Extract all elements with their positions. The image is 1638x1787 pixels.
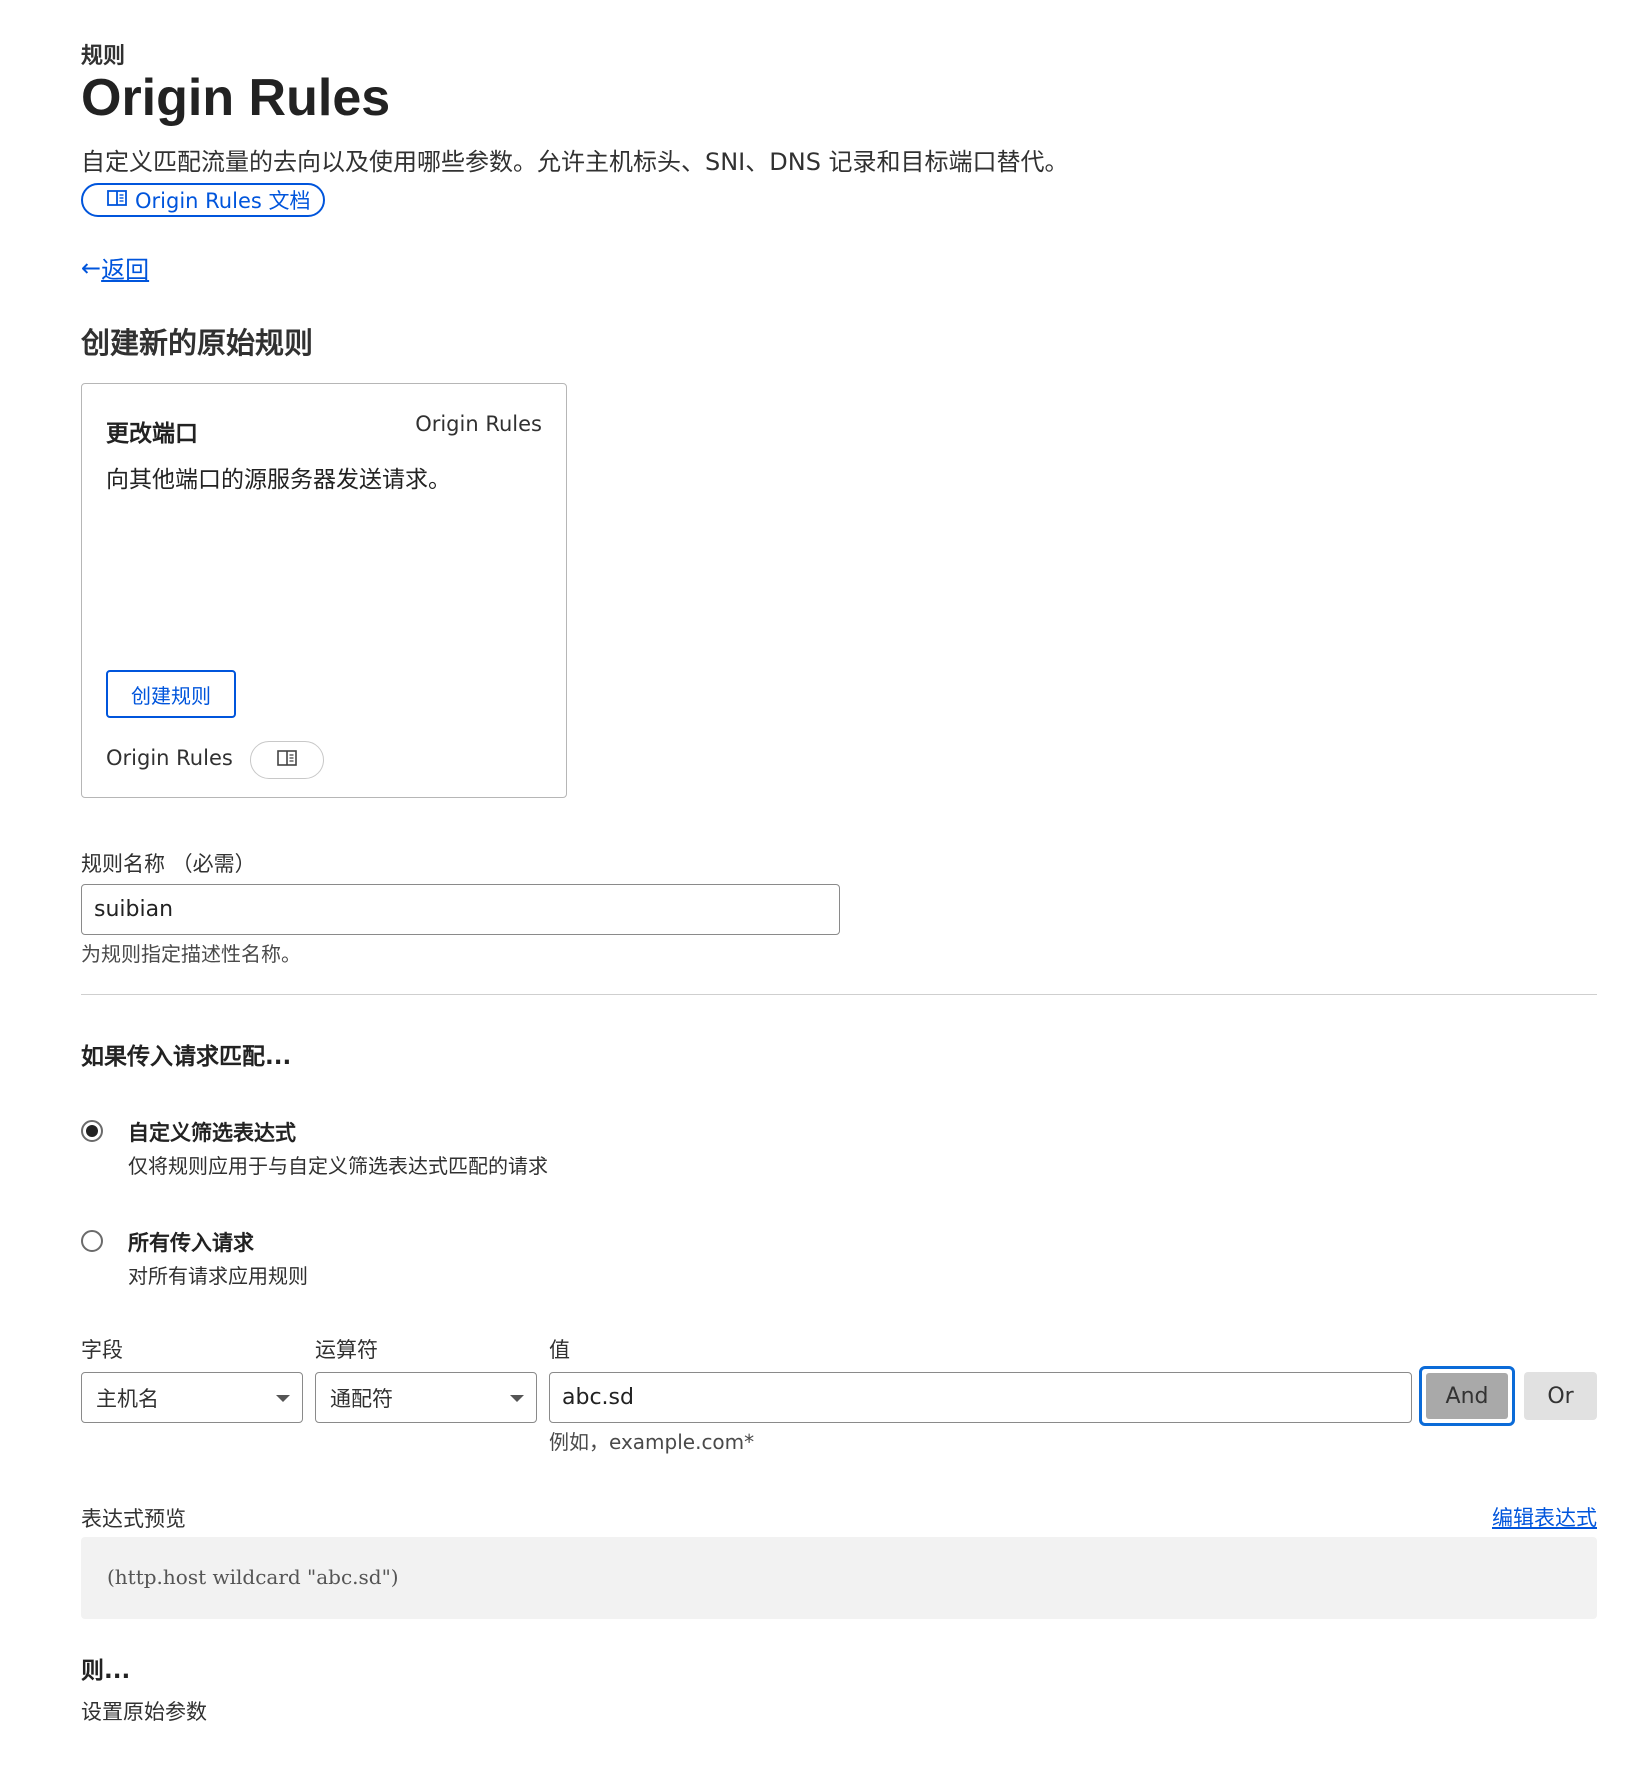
- rule-name-help: 为规则指定描述性名称。: [81, 942, 301, 966]
- expression-preview-code: (http.host wildcard "abc.sd"): [107, 1565, 399, 1589]
- then-heading: 则...: [81, 1658, 131, 1684]
- value-help: 例如，example.com*: [549, 1430, 755, 1454]
- operator-select-value: 通配符: [330, 1386, 393, 1411]
- template-card-title: 更改端口: [106, 421, 198, 447]
- back-link[interactable]: ← 返回: [81, 250, 149, 285]
- value-input-value: abc.sd: [562, 1385, 634, 1410]
- chevron-down-icon: [510, 1395, 524, 1402]
- radio-custom-expression-title: 自定义筛选表达式: [128, 1121, 296, 1145]
- match-heading: 如果传入请求匹配...: [81, 1044, 292, 1070]
- operator-label: 运算符: [315, 1338, 378, 1362]
- radio-all-requests[interactable]: [81, 1230, 103, 1252]
- expression-preview-box: (http.host wildcard "abc.sd"): [81, 1537, 1597, 1619]
- value-label: 值: [549, 1338, 570, 1362]
- arrow-left-icon: ←: [81, 253, 102, 282]
- and-button[interactable]: And: [1419, 1366, 1515, 1426]
- origin-rules-docs-link[interactable]: Origin Rules 文档: [81, 183, 325, 217]
- edit-expression-link[interactable]: 编辑表达式: [1492, 1502, 1597, 1532]
- page-description: 自定义匹配流量的去向以及使用哪些参数。允许主机标头、SNI、DNS 记录和目标端…: [81, 148, 1069, 176]
- breadcrumb: 规则: [81, 44, 126, 69]
- radio-all-requests-title: 所有传入请求: [128, 1231, 254, 1255]
- rule-name-label: 规则名称 （必需）: [81, 852, 256, 876]
- template-card-product: Origin Rules: [415, 412, 542, 436]
- template-card: 更改端口 Origin Rules 向其他端口的源服务器发送请求。 创建规则 O…: [81, 383, 567, 798]
- field-select[interactable]: 主机名: [81, 1372, 303, 1423]
- rule-name-input[interactable]: suibian: [81, 884, 840, 935]
- section-title: 创建新的原始规则: [81, 326, 314, 360]
- template-card-footer-label: Origin Rules: [106, 746, 233, 770]
- page-title: Origin Rules: [81, 69, 391, 127]
- then-subtext: 设置原始参数: [81, 1700, 207, 1724]
- rule-name-value: suibian: [94, 897, 174, 922]
- template-card-description: 向其他端口的源服务器发送请求。: [106, 467, 451, 493]
- create-rule-button[interactable]: 创建规则: [106, 670, 236, 718]
- book-icon: [277, 749, 297, 771]
- expression-preview-label: 表达式预览: [81, 1507, 186, 1531]
- field-select-value: 主机名: [96, 1386, 159, 1411]
- book-icon: [107, 188, 135, 212]
- value-input[interactable]: abc.sd: [549, 1372, 1412, 1423]
- radio-all-requests-description: 对所有请求应用规则: [128, 1264, 308, 1288]
- operator-select[interactable]: 通配符: [315, 1372, 537, 1423]
- template-card-docs-button[interactable]: [250, 741, 324, 779]
- radio-custom-expression-description: 仅将规则应用于与自定义筛选表达式匹配的请求: [128, 1154, 548, 1178]
- origin-rules-page: 规则 Origin Rules 自定义匹配流量的去向以及使用哪些参数。允许主机标…: [0, 0, 1638, 1787]
- and-button-label: And: [1426, 1373, 1508, 1419]
- chevron-down-icon: [276, 1395, 290, 1402]
- field-label: 字段: [81, 1338, 123, 1362]
- divider: [81, 994, 1597, 995]
- radio-custom-expression[interactable]: [81, 1120, 103, 1142]
- back-link-label: 返回: [101, 256, 150, 284]
- or-button[interactable]: Or: [1524, 1372, 1597, 1420]
- radio-selected-dot: [86, 1125, 98, 1137]
- docs-link-label: Origin Rules 文档: [135, 189, 311, 213]
